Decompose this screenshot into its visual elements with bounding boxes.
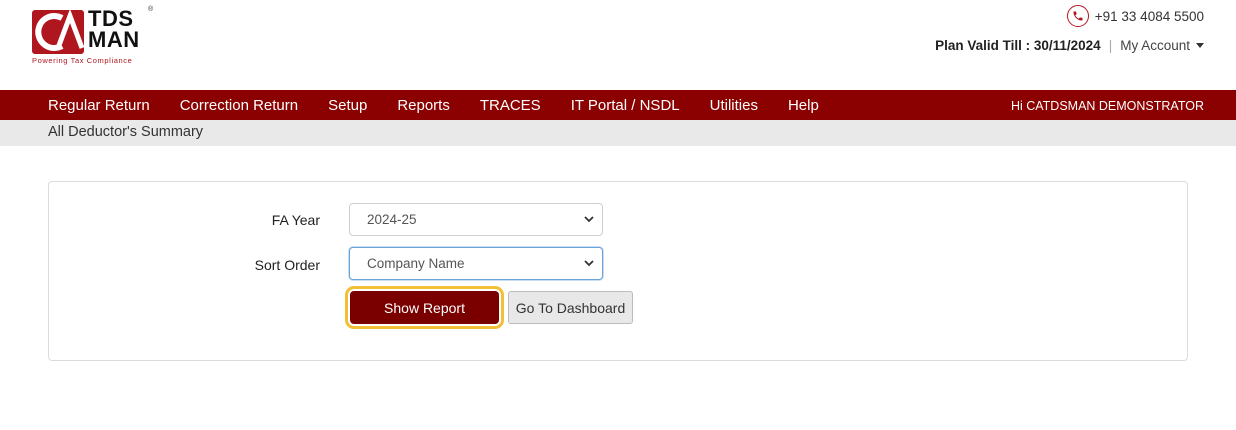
sort-order-value: Company Name (367, 256, 465, 271)
my-account-label: My Account (1120, 38, 1190, 53)
main-navbar: Regular Return Correction Return Setup R… (0, 90, 1236, 120)
plan-valid-label: Plan Valid Till : 30/11/2024 (935, 38, 1101, 53)
ca-logo-mark-icon (32, 10, 84, 54)
chevron-down-icon (584, 260, 594, 270)
nav-regular-return[interactable]: Regular Return (48, 97, 150, 114)
report-form-panel: FA Year 2024-25 Sort Order Company Name … (48, 181, 1188, 361)
breadcrumb: All Deductor's Summary (0, 120, 1236, 146)
registered-mark: ® (148, 6, 154, 13)
my-account-dropdown[interactable]: My Account (1120, 38, 1204, 53)
logo-tagline: Powering Tax Compliance (32, 56, 133, 65)
show-report-button[interactable]: Show Report (345, 286, 504, 329)
logo[interactable]: TDS MAN ® Powering Tax Compliance (32, 6, 154, 66)
phone-icon (1066, 5, 1089, 27)
contact-phone: +91 33 4084 5500 (1066, 5, 1204, 27)
fa-year-select[interactable]: 2024-25 (349, 203, 603, 236)
fa-year-value: 2024-25 (367, 212, 417, 227)
phone-number: +91 33 4084 5500 (1094, 8, 1204, 24)
go-to-dashboard-button[interactable]: Go To Dashboard (508, 291, 633, 324)
fa-year-label: FA Year (271, 212, 320, 228)
account-line: Plan Valid Till : 30/11/2024 | My Accoun… (935, 38, 1204, 53)
user-greeting[interactable]: Hi CATDSMAN DEMONSTRATOR (1011, 99, 1204, 113)
nav-help[interactable]: Help (788, 97, 819, 114)
nav-traces[interactable]: TRACES (480, 97, 541, 114)
logo-word-line1: TDS (88, 6, 134, 31)
nav-setup[interactable]: Setup (328, 97, 367, 114)
sort-order-select[interactable]: Company Name (349, 247, 603, 280)
separator: | (1108, 38, 1113, 53)
sort-order-label: Sort Order (254, 257, 320, 273)
nav-utilities[interactable]: Utilities (710, 97, 758, 114)
chevron-down-icon (584, 216, 594, 226)
page-title: All Deductor's Summary (48, 124, 204, 140)
logo-word-line2: MAN (88, 27, 140, 52)
nav-reports[interactable]: Reports (397, 97, 450, 114)
nav-it-portal-nsdl[interactable]: IT Portal / NSDL (571, 97, 680, 114)
caret-down-icon (1196, 43, 1204, 48)
logo-wordmark: TDS MAN (88, 6, 140, 52)
nav-correction-return[interactable]: Correction Return (180, 97, 298, 114)
